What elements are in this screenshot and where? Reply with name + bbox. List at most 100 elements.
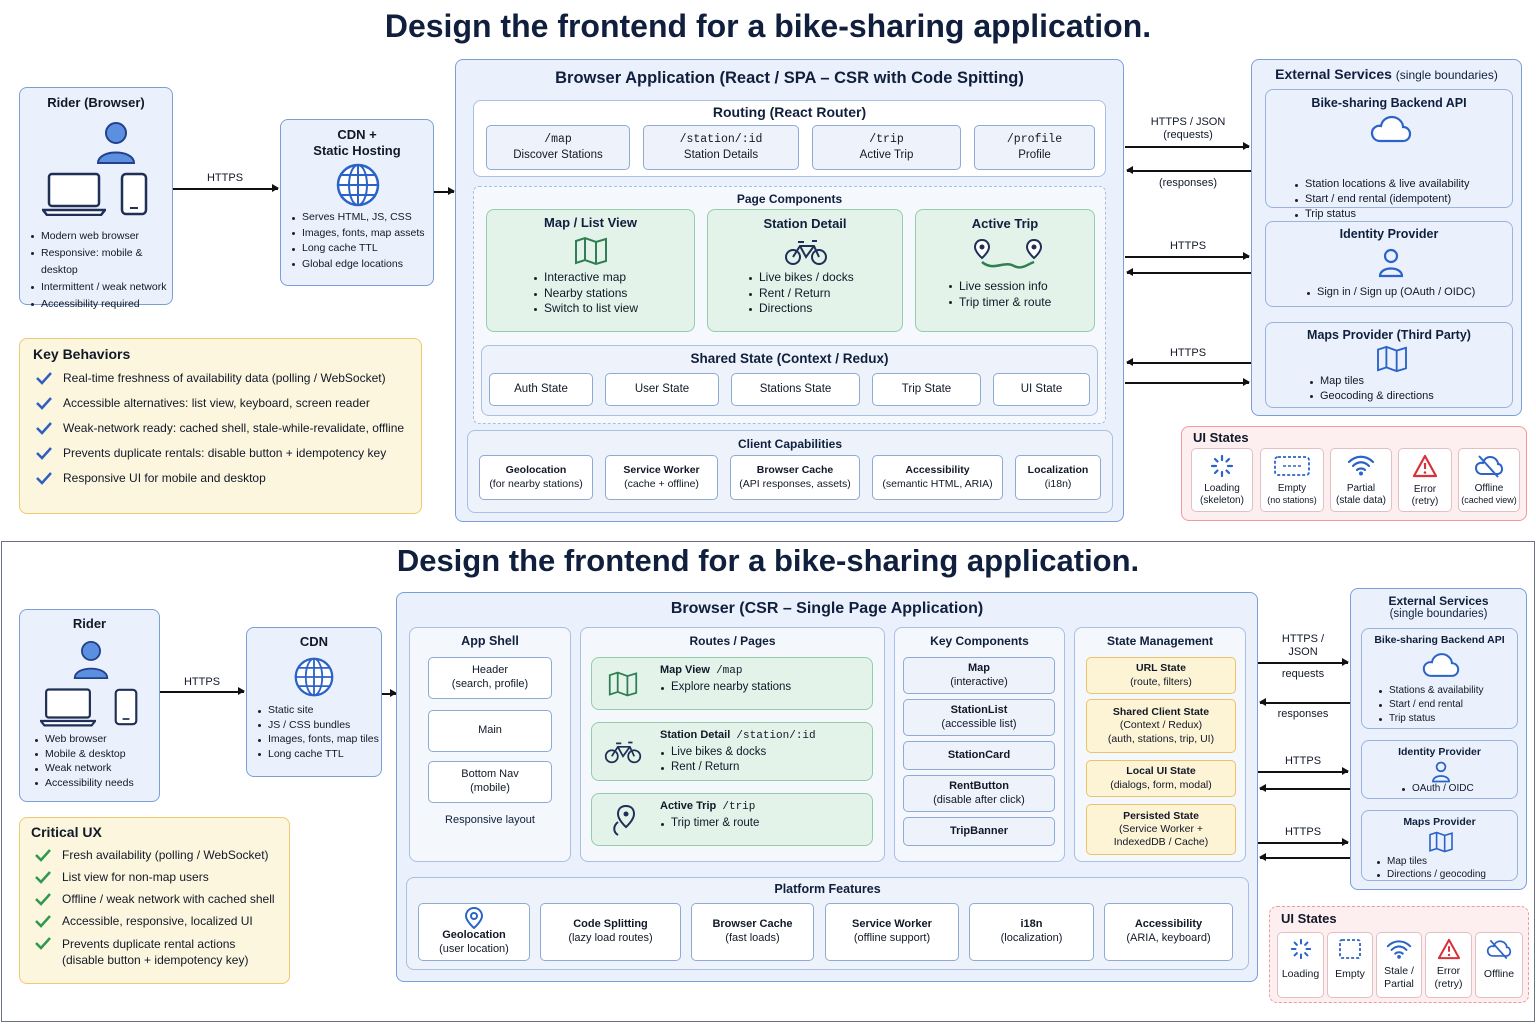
list-item: Nearby stations (533, 286, 638, 302)
cloud-icon (1422, 653, 1460, 677)
capability-chip: Service Worker (cache + offline) (605, 455, 718, 500)
top-cdn-list: Serves HTML, JS, CSS Images, fonts, map … (291, 210, 425, 272)
chip-name: Map (968, 661, 990, 674)
route-profile[interactable]: /profile Profile (974, 125, 1095, 170)
top-title: Design the frontend for a bike-sharing a… (384, 8, 1152, 44)
check-icon (35, 849, 51, 862)
arrow-rider-cdn-bottom (160, 688, 245, 694)
list-item: Directions / geocoding (1376, 868, 1486, 881)
ui-state-name: Offline (1474, 483, 1504, 494)
shared-state-panel: Shared State (Context / Redux) Auth Stat… (481, 345, 1098, 416)
bottom-cdn-title: CDN (299, 634, 329, 649)
card-title: Active Trip (971, 216, 1039, 231)
card-list: Live session info Trip timer & route (948, 278, 1051, 310)
top-cdn-box: CDN + Static Hosting Serves HTML, JS, CS… (280, 119, 434, 286)
list-item: Modern web browser (30, 228, 172, 245)
chip-sub: (mobile) (470, 782, 510, 794)
arrow-bottom-maps-in (1259, 854, 1350, 860)
top-req-label-2: (requests) (1163, 129, 1213, 141)
person-icon (1432, 761, 1450, 783)
component-chip: RentButton (disable after click) (903, 775, 1055, 812)
state-management-title: State Management (1106, 634, 1214, 648)
list-item-text: Real-time freshness of availability data… (63, 371, 386, 385)
route-pins-icon (974, 238, 1043, 269)
page-components-panel: Page Components Map / List View Interact… (473, 186, 1106, 424)
check-icon (35, 871, 51, 884)
external-subtitle: (single boundaries) (1395, 68, 1498, 82)
top-external-box: External Services (single boundaries) Bi… (1251, 59, 1522, 416)
list-item: Geocoding & directions (1309, 389, 1434, 404)
list-item-sub: (disable button + idempotency key) (62, 953, 249, 967)
list-item: Rent / Return (748, 286, 854, 302)
list-item: Sign in / Sign up (OAuth / OIDC) (1306, 285, 1475, 300)
arrow-responses (1126, 167, 1251, 173)
ui-state-name: Empty (1277, 483, 1307, 494)
ui-states-title: UI States (1281, 911, 1337, 926)
cloud-icon (1370, 115, 1412, 143)
bottom-nav-chip: Bottom Nav (mobile) (428, 761, 552, 803)
warning-icon (1437, 938, 1460, 960)
list-item: Weak-network ready: cached shell, stale-… (35, 421, 404, 446)
state-chip: Shared Client State (Context / Redux) (aut… (1086, 699, 1236, 753)
route-path: /trip (869, 133, 904, 147)
list-item: Directions (748, 301, 854, 317)
list-item: Accessibility needs (34, 776, 134, 791)
station-detail-card: Station Detail Live bikes / docks Rent /… (707, 209, 903, 332)
list-item: Live bikes / docks (748, 270, 854, 286)
state-chip: Local UI State (dialogs, form, modal) (1086, 760, 1236, 797)
chip-name: Geolocation (442, 929, 506, 942)
key-behaviors-list: Real-time freshness of availability data… (35, 371, 404, 496)
chip-sub: (ARIA, keyboard) (1126, 932, 1211, 944)
check-icon (35, 937, 51, 950)
bottom-browser-title: Browser (CSR – Single Page Application) (670, 600, 984, 617)
critical-ux-list: Fresh availability (polling / WebSocket)… (34, 848, 275, 968)
spinner-icon (1210, 454, 1234, 478)
component-chip: StationCard (903, 741, 1055, 770)
card-title: Maps Provider (Third Party) (1307, 328, 1471, 342)
maps-provider-card: Maps Provider (Third Party) Map tiles Ge… (1265, 322, 1513, 408)
chip-sub: (user location) (439, 943, 509, 955)
chip-sub: (auth, stations, trip, UI) (1107, 732, 1215, 745)
route-card-station[interactable]: Station Detail /station/:id Live bikes &… (591, 722, 873, 781)
route-trip[interactable]: /trip Active Trip (812, 125, 961, 170)
route-map[interactable]: /map Discover Stations (486, 125, 630, 170)
list-item: Long cache TTL (257, 747, 379, 762)
platform-chip: i18n (localization) (969, 903, 1094, 961)
bottom-api-label-2: JSON (1288, 646, 1318, 658)
responsive-note: Responsive layout (445, 814, 535, 826)
ui-state-loading: Loading (skeleton) (1191, 448, 1253, 512)
route-heading: Active Trip /trip (660, 800, 755, 813)
chip-sub: (Context / Redux) (1119, 719, 1203, 732)
card-title: Maps Provider (1403, 816, 1476, 828)
route-name: Active Trip (660, 800, 717, 812)
component-chip: TripBanner (903, 817, 1055, 846)
active-trip-card: Active Trip Live session info Trip timer… (915, 209, 1095, 332)
bike-icon (604, 741, 642, 764)
chip-name: URL State (1136, 662, 1186, 675)
list-item-text: List view for non-map users (62, 870, 209, 884)
chip-sub: (for nearby stations) (489, 477, 583, 490)
ui-state-empty: Empty (1327, 932, 1373, 998)
shared-state-title: Shared State (Context / Redux) (690, 351, 889, 366)
list-item: Offline / weak network with cached shell (34, 892, 275, 914)
capability-chip: Accessibility (semantic HTML, ARIA) (872, 455, 1003, 500)
list-item: Mobile & desktop (34, 747, 134, 762)
route-station[interactable]: /station/:id Station Details (643, 125, 799, 170)
route-path: /map (716, 665, 743, 677)
app-shell-title: App Shell (461, 634, 519, 648)
card-list: Live bikes / docks Rent / Return Directi… (748, 270, 854, 317)
chip-sub: (Service Worker + (1118, 822, 1204, 835)
list-item: Trip timer & route (948, 294, 1051, 310)
route-card-map[interactable]: Map View /map Explore nearby stations (591, 657, 873, 710)
top-https-label: HTTPS (206, 172, 244, 184)
chip-name: Localization (1027, 464, 1089, 477)
arrow-cdn-browser (382, 690, 397, 696)
ui-state-offline: Offline (1475, 932, 1523, 998)
chip-name: i18n (1020, 918, 1043, 931)
chip-name: Browser Cache (712, 918, 793, 931)
check-icon (35, 915, 51, 928)
route-card-trip[interactable]: Active Trip /trip Trip timer & route (591, 793, 873, 846)
chip-name: StationCard (947, 748, 1011, 761)
platform-chip: Code Splitting (lazy load routes) (540, 903, 681, 961)
arrow-bottom-responses (1259, 699, 1350, 705)
